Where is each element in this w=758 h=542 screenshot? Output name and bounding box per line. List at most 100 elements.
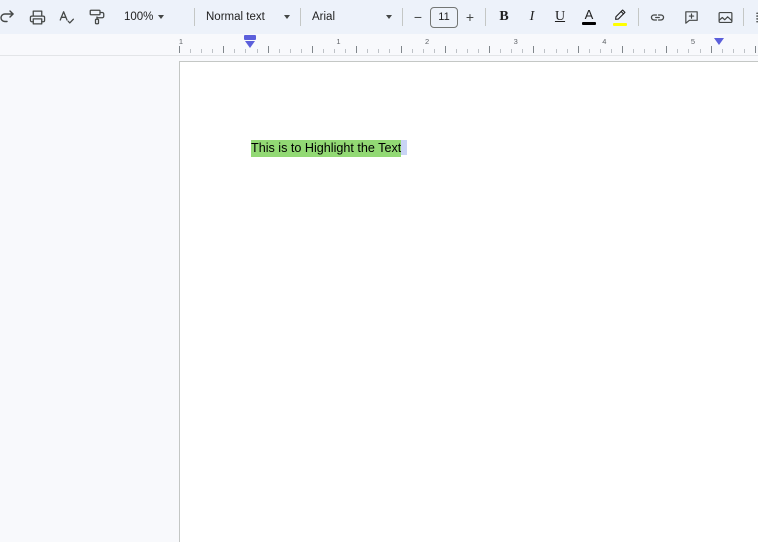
ruler-tick xyxy=(533,46,534,53)
paragraph-style-value: Normal text xyxy=(206,11,265,23)
ruler-tick xyxy=(290,49,291,53)
ruler-tick xyxy=(245,49,246,53)
ruler-tick xyxy=(401,46,402,53)
paragraph-style-dropdown[interactable]: Normal text xyxy=(200,4,295,30)
ruler-tick xyxy=(744,49,745,53)
ruler-tick xyxy=(500,49,501,53)
ruler-tick xyxy=(190,49,191,53)
font-size-input[interactable]: 11 xyxy=(430,7,458,28)
right-indent-marker[interactable] xyxy=(714,38,724,45)
ruler-tick xyxy=(234,49,235,53)
ruler-tick xyxy=(666,46,667,53)
ruler-tick xyxy=(279,49,280,53)
ruler-tick xyxy=(367,49,368,53)
bold-button[interactable]: B xyxy=(491,4,517,30)
italic-label: I xyxy=(530,10,535,24)
chevron-down-icon xyxy=(386,15,392,19)
ruler-tick xyxy=(412,49,413,53)
toolbar-separator xyxy=(743,8,744,26)
spellcheck-icon[interactable] xyxy=(54,4,80,30)
ruler-tick xyxy=(323,49,324,53)
add-comment-icon[interactable] xyxy=(678,4,704,30)
zoom-value: 100% xyxy=(124,11,153,23)
document-page[interactable]: This is to Highlight the Text xyxy=(179,61,758,542)
ruler-number: 1 xyxy=(179,37,183,46)
ruler-tick xyxy=(700,49,701,53)
text-color-swatch xyxy=(582,22,596,25)
ruler-tick xyxy=(511,49,512,53)
ruler-tick xyxy=(423,49,424,53)
ruler-tick xyxy=(489,46,490,53)
ruler-tick xyxy=(201,49,202,53)
ruler-tick xyxy=(467,49,468,53)
document-canvas[interactable]: This is to Highlight the Text xyxy=(0,56,758,542)
ruler-tick xyxy=(345,49,346,53)
ruler-tick xyxy=(478,49,479,53)
insert-link-icon[interactable] xyxy=(644,4,670,30)
ruler-tick xyxy=(257,49,258,53)
font-family-dropdown[interactable]: Arial xyxy=(306,4,397,30)
ruler-number: 5 xyxy=(691,37,695,46)
toolbar-separator xyxy=(638,8,639,26)
ruler-tick xyxy=(212,49,213,53)
print-icon[interactable] xyxy=(24,4,50,30)
underline-button[interactable]: U xyxy=(547,4,573,30)
ruler-number: 1 xyxy=(336,37,340,46)
ruler-tick xyxy=(356,46,357,53)
redo-icon[interactable] xyxy=(0,4,20,30)
insert-image-icon[interactable] xyxy=(712,4,738,30)
document-paragraph[interactable]: This is to Highlight the Text xyxy=(251,140,407,156)
ruler-tick xyxy=(179,46,180,53)
ruler-tick xyxy=(578,46,579,53)
font-size-decrease-button[interactable]: − xyxy=(408,5,428,29)
toolbar-separator xyxy=(300,8,301,26)
ruler-tick xyxy=(434,49,435,53)
ruler-tick xyxy=(644,49,645,53)
toolbar-separator xyxy=(485,8,486,26)
horizontal-ruler[interactable]: 1 1 2 3 4 5 xyxy=(0,34,758,56)
ruler-tick xyxy=(301,49,302,53)
highlighted-text[interactable]: This is to Highlight the Text xyxy=(251,140,401,157)
ruler-tick xyxy=(268,46,269,53)
ruler-tick xyxy=(445,46,446,53)
highlight-color-swatch xyxy=(613,23,627,26)
toolbar-separator xyxy=(402,8,403,26)
ruler-tick xyxy=(334,49,335,53)
text-color-label: A xyxy=(585,8,594,21)
ruler-tick xyxy=(544,49,545,53)
ruler-tick xyxy=(456,49,457,53)
paint-format-icon[interactable] xyxy=(84,4,110,30)
ruler-tick xyxy=(567,49,568,53)
italic-button[interactable]: I xyxy=(519,4,545,30)
bold-label: B xyxy=(499,10,508,24)
left-indent-handle[interactable] xyxy=(245,41,255,48)
font-family-value: Arial xyxy=(312,11,335,23)
ruler-tick xyxy=(556,49,557,53)
text-color-button[interactable]: A xyxy=(576,4,602,31)
ruler-number: 3 xyxy=(514,37,518,46)
ruler-tick xyxy=(633,49,634,53)
ruler-number: 2 xyxy=(425,37,429,46)
font-size-increase-button[interactable]: + xyxy=(460,5,480,29)
align-button[interactable] xyxy=(749,4,758,30)
ruler-tick xyxy=(722,49,723,53)
chevron-down-icon xyxy=(158,15,164,19)
ruler-tick xyxy=(677,49,678,53)
zoom-dropdown[interactable]: 100% xyxy=(118,4,189,30)
ruler-tick xyxy=(733,49,734,53)
ruler-tick xyxy=(622,46,623,53)
ruler-tick xyxy=(755,46,756,53)
ruler-tick xyxy=(378,49,379,53)
ruler-tick xyxy=(389,49,390,53)
ruler-tick xyxy=(688,49,689,53)
highlighter-pen-icon xyxy=(613,8,627,22)
ruler-track: 1 1 2 3 4 5 xyxy=(0,34,758,56)
selection-tail xyxy=(401,140,407,155)
font-size-stepper: − 11 + xyxy=(408,5,480,29)
ruler-number: 4 xyxy=(602,37,606,46)
highlight-color-button[interactable] xyxy=(607,4,633,31)
ruler-tick xyxy=(522,49,523,53)
ruler-tick xyxy=(655,49,656,53)
first-line-indent-handle[interactable] xyxy=(244,35,256,40)
ruler-tick xyxy=(223,46,224,53)
